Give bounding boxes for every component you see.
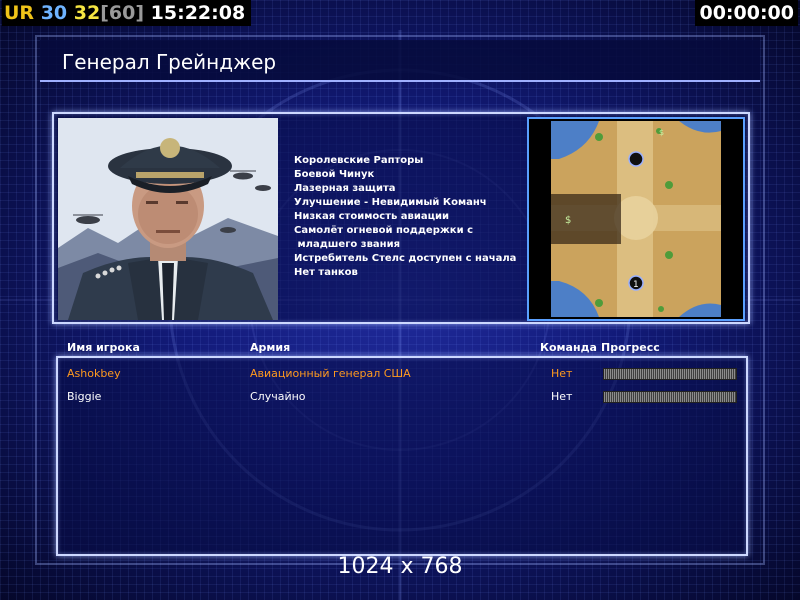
hud-fps-a: 30 [40,2,68,24]
header-team: Команда [540,341,597,354]
feature-item: Улучшение - Невидимый Команч [294,197,487,208]
hud-tag: UR [4,2,35,24]
general-features-list: Королевские Рапторы Боевой Чинук Лазерна… [294,154,524,280]
feature-item: Самолёт огневой поддержки с [294,225,474,236]
supply-icon: $ [565,215,571,226]
player-name: Ashokbey [67,367,121,380]
hud-timer: 00:00:00 [695,0,798,26]
supply-icon: $ [659,128,664,137]
header-progress: Прогресс [601,341,660,354]
general-portrait [58,118,278,320]
players-table [56,356,748,556]
feature-item: Королевские Рапторы [294,155,424,166]
header-player-name: Имя игрока [67,341,140,354]
player-progress-bar [603,391,737,403]
hud-fps-b: 32 [73,2,101,24]
feature-item: Боевой Чинук [294,169,375,180]
feature-item: младшего звания [294,239,401,250]
minimap-marker-label: 1 [633,280,639,290]
resolution-label: 1024 x 768 [337,554,463,579]
cap-badge-icon [160,138,180,158]
hud-fps-clock: UR 30 32[60] 15:22:08 [2,0,252,26]
hud-clock: 15:22:08 [150,2,246,24]
minimap[interactable]: $ $ 1 [527,117,745,321]
feature-item: Лазерная защита [294,183,396,194]
feature-item: Истребитель Стелс доступен с начала [294,253,517,264]
player-progress-bar [603,368,737,380]
hud-fps-cap: [60] [100,2,145,24]
player-army: Случайно [250,390,306,403]
feature-item: Низкая стоимость авиации [294,211,450,222]
player-team: Нет [551,367,573,380]
player-army: Авиационный генерал США [250,367,411,380]
minimap-start-marker [628,151,644,167]
general-title: Генерал Грейнджер [62,50,277,74]
feature-item: Нет танков [294,267,358,278]
player-team: Нет [551,390,573,403]
header-army: Армия [250,341,291,354]
player-name: Biggie [67,390,102,403]
